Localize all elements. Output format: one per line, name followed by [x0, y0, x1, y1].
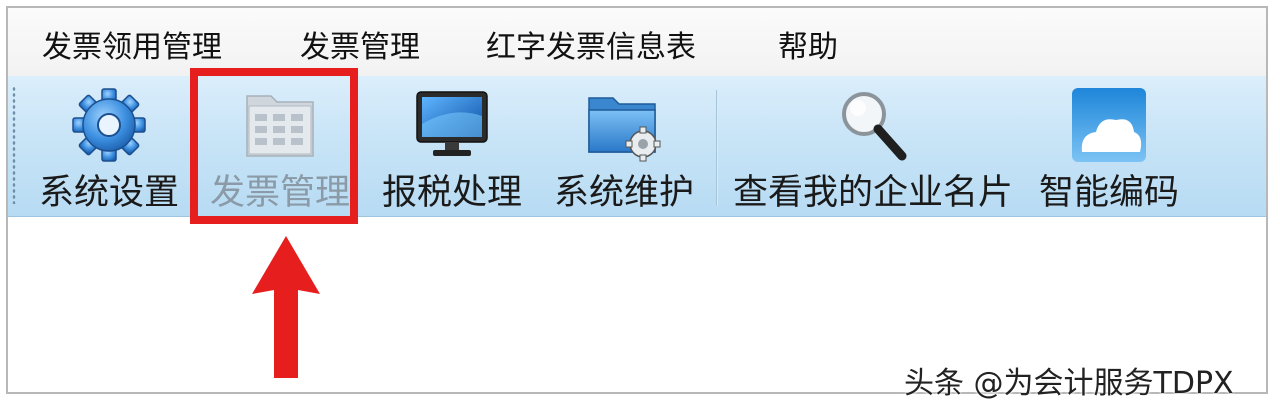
gear-icon — [72, 88, 146, 162]
monitor-icon — [416, 91, 488, 156]
menu-bar: 发票领用管理 发票管理 红字发票信息表 帮助 — [8, 8, 1266, 77]
cloud-icon — [1072, 88, 1146, 162]
menu-item-invoice-receive[interactable]: 发票领用管理 — [42, 22, 222, 66]
smart-coding-label: 智能编码 — [1038, 173, 1179, 213]
red-highlight-box — [190, 68, 358, 224]
toolbar-grip[interactable] — [12, 86, 16, 204]
toolbar-separator — [716, 90, 718, 206]
tax-filing-label: 报税处理 — [381, 173, 522, 213]
tax-filing-button[interactable]: 报税处理 — [376, 76, 528, 216]
menu-item-red-invoice-info[interactable]: 红字发票信息表 — [486, 22, 696, 66]
menu-item-help[interactable]: 帮助 — [778, 22, 838, 66]
smart-coding-button[interactable]: 智能编码 — [1034, 76, 1184, 216]
system-maintenance-button[interactable]: 系统维护 — [548, 76, 700, 216]
system-maintenance-label: 系统维护 — [553, 173, 694, 213]
system-settings-label: 系统设置 — [38, 173, 179, 213]
view-business-card-label: 查看我的企业名片 — [732, 173, 1013, 213]
system-settings-button[interactable]: 系统设置 — [34, 76, 184, 216]
magnifier-icon — [842, 92, 907, 161]
folder-gear-icon — [588, 97, 661, 162]
red-up-arrow-icon — [252, 236, 320, 378]
menu-item-invoice-management[interactable]: 发票管理 — [300, 22, 420, 66]
view-business-card-button[interactable]: 查看我的企业名片 — [728, 76, 1018, 216]
watermark-text: 头条 @为会计服务TDPX — [904, 366, 1234, 401]
